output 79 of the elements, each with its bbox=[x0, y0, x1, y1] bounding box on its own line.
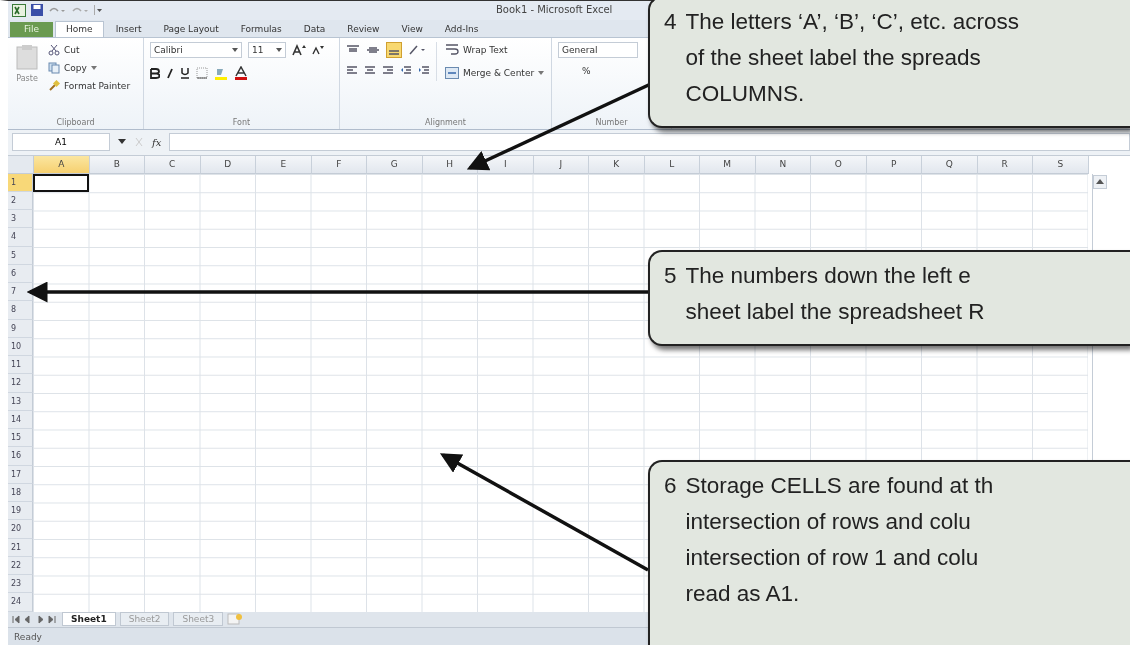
ribbon-tab[interactable]: Data bbox=[293, 22, 336, 38]
font-size-dropdown[interactable]: 11 bbox=[248, 42, 286, 59]
borders-icon[interactable] bbox=[196, 67, 208, 80]
underline-icon[interactable] bbox=[180, 67, 190, 80]
excel-logo-icon[interactable] bbox=[12, 3, 26, 17]
active-cell[interactable] bbox=[33, 173, 89, 192]
clipboard-icon bbox=[16, 44, 38, 71]
row-header[interactable]: 8 bbox=[8, 301, 33, 320]
number-format-dropdown[interactable]: General bbox=[558, 42, 638, 59]
ribbon-tab[interactable]: Review bbox=[337, 22, 390, 38]
status-text: Ready bbox=[14, 631, 42, 642]
row-header[interactable]: 16 bbox=[8, 447, 33, 466]
group-label: Font bbox=[232, 117, 251, 127]
callout-number: 5 bbox=[664, 262, 677, 290]
align-center-icon[interactable] bbox=[364, 66, 376, 77]
row-header[interactable]: 23 bbox=[8, 575, 33, 594]
paste-button[interactable]: Paste bbox=[14, 42, 40, 95]
callout-text: The numbers down the left e sheet label the spreadsheet R bbox=[685, 262, 985, 326]
copy-icon bbox=[48, 62, 60, 75]
increase-indent-icon[interactable] bbox=[418, 66, 430, 77]
callout-text: The letters ‘A’, ‘B’, ‘C’, etc. across of the sheet label the spreads COLUMNS. bbox=[685, 8, 1019, 108]
ribbon-tab[interactable]: Home bbox=[55, 21, 104, 38]
formula-input[interactable] bbox=[169, 133, 1130, 152]
sheet-navigation-icon[interactable] bbox=[12, 614, 58, 624]
fill-color-icon[interactable] bbox=[214, 66, 228, 80]
group-label: Clipboard bbox=[56, 117, 95, 127]
font-color-icon[interactable] bbox=[234, 66, 248, 81]
decrease-indent-icon[interactable] bbox=[400, 66, 412, 77]
scissors-icon bbox=[48, 44, 60, 57]
callout-number: 4 bbox=[664, 8, 677, 36]
group-label: Number bbox=[595, 117, 628, 127]
italic-icon[interactable] bbox=[166, 67, 174, 79]
orientation-icon[interactable] bbox=[408, 45, 426, 56]
copy-button[interactable]: Copy bbox=[46, 60, 133, 77]
wrap-text-icon bbox=[445, 44, 459, 56]
callout-text: Storage CELLS are found at th intersection of rows and colu intersection of row 1 and colu read as A1. bbox=[685, 472, 994, 608]
ribbon-tab[interactable]: View bbox=[391, 22, 433, 38]
row-header[interactable]: 7 bbox=[8, 283, 33, 302]
paintbrush-icon bbox=[48, 80, 60, 93]
caret-icon bbox=[90, 66, 97, 71]
window-title: Book1 - Microsoft Excel bbox=[496, 4, 613, 15]
row-header[interactable]: 20 bbox=[8, 520, 33, 539]
align-middle-icon[interactable] bbox=[366, 45, 380, 56]
name-box[interactable]: A1 bbox=[12, 133, 110, 152]
group-label: Alignment bbox=[425, 117, 466, 127]
ribbon-tab[interactable]: Insert bbox=[105, 22, 152, 38]
row-header[interactable]: 3 bbox=[8, 210, 33, 229]
ribbon-tab[interactable]: Page Layout bbox=[153, 22, 229, 38]
insert-function-button[interactable]: fx bbox=[152, 136, 162, 148]
ribbon-tab[interactable]: Formulas bbox=[230, 22, 292, 38]
font-name-dropdown[interactable]: Calibri bbox=[150, 42, 242, 59]
customize-toolbar-icon[interactable] bbox=[94, 5, 102, 16]
bold-icon[interactable] bbox=[150, 67, 160, 79]
row-header[interactable]: 24 bbox=[8, 593, 33, 612]
save-icon[interactable] bbox=[31, 4, 43, 17]
row-header[interactable]: 4 bbox=[8, 228, 33, 247]
sheet-tab[interactable]: Sheet1 bbox=[62, 612, 116, 627]
wrap-text-button[interactable]: Wrap Text bbox=[443, 42, 547, 58]
ribbon-tab[interactable]: Add-Ins bbox=[434, 22, 489, 38]
align-bottom-icon[interactable] bbox=[386, 42, 402, 59]
align-left-icon[interactable] bbox=[346, 66, 358, 77]
row-header[interactable]: 19 bbox=[8, 502, 33, 521]
scroll-up-icon[interactable] bbox=[1092, 174, 1107, 189]
cut-button[interactable]: Cut bbox=[46, 42, 133, 59]
percent-button[interactable]: % bbox=[582, 66, 591, 77]
caret-icon bbox=[232, 48, 238, 53]
merge-cells-icon bbox=[445, 67, 459, 80]
row-header[interactable]: 15 bbox=[8, 429, 33, 448]
caret-icon bbox=[538, 71, 545, 76]
shrink-font-icon[interactable] bbox=[312, 45, 324, 56]
grow-font-icon[interactable] bbox=[292, 44, 306, 57]
align-right-icon[interactable] bbox=[382, 66, 394, 77]
row-header[interactable]: 12 bbox=[8, 374, 33, 393]
row-header[interactable]: 11 bbox=[8, 356, 33, 375]
merge-center-button[interactable]: Merge & Center bbox=[443, 65, 547, 82]
dropdown-icon[interactable] bbox=[118, 139, 126, 146]
format-painter-button[interactable]: Format Painter bbox=[46, 78, 133, 95]
callout-number: 6 bbox=[664, 472, 677, 500]
caret-icon bbox=[276, 48, 282, 53]
